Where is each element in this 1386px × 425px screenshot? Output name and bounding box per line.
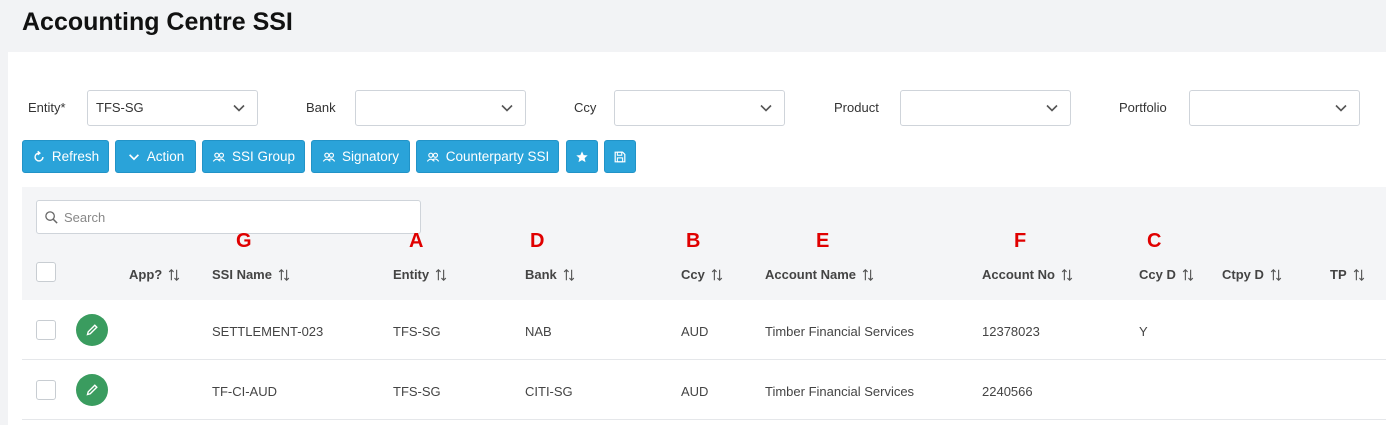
annotation-account-no: F — [1014, 230, 1027, 252]
cell-bank: CITI-SG — [525, 384, 573, 399]
col-header-ssi-name-label: SSI Name — [212, 267, 272, 282]
col-header-ccy-d[interactable]: Ccy D — [1139, 267, 1195, 282]
col-header-ccy[interactable]: Ccy — [681, 267, 724, 282]
cell-ccy-d: Y — [1139, 324, 1148, 339]
counterparty-ssi-button-label: Counterparty SSI — [445, 149, 550, 164]
row-checkbox[interactable] — [36, 320, 56, 340]
users-icon — [212, 152, 226, 162]
action-button[interactable]: Action — [115, 140, 196, 173]
ccy-select[interactable] — [614, 90, 785, 126]
col-header-entity[interactable]: Entity — [393, 267, 448, 282]
col-header-account-no[interactable]: Account No — [982, 267, 1074, 282]
page-title: Accounting Centre SSI — [22, 8, 293, 36]
product-label: Product — [834, 100, 879, 115]
signatory-button[interactable]: Signatory — [311, 140, 410, 173]
refresh-icon — [34, 150, 44, 162]
chevron-down-icon — [233, 104, 245, 112]
chevron-down-icon — [501, 104, 513, 112]
sort-icon — [711, 268, 723, 281]
col-header-ccy-label: Ccy — [681, 267, 705, 282]
col-header-account-name-label: Account Name — [765, 267, 857, 282]
annotation-bank: D — [530, 230, 545, 252]
sort-icon — [169, 268, 180, 281]
cell-bank: NAB — [525, 324, 552, 339]
col-header-ctpy-d-label: Ctpy D — [1222, 267, 1264, 282]
col-header-bank[interactable]: Bank — [525, 267, 576, 282]
chevron-down-icon — [128, 153, 139, 160]
chevron-down-icon — [1046, 104, 1058, 112]
cell-ssi-name: SETTLEMENT-023 — [212, 324, 324, 339]
bank-label: Bank — [306, 100, 336, 115]
annotation-ccy: B — [686, 230, 701, 252]
col-header-ccy-d-label: Ccy D — [1139, 267, 1176, 282]
cell-account-no: 12378023 — [982, 324, 1040, 339]
chevron-down-icon — [760, 104, 772, 112]
bank-select[interactable] — [355, 90, 526, 126]
product-select[interactable] — [900, 90, 1071, 126]
select-all-checkbox[interactable] — [36, 262, 56, 282]
ssi-group-button[interactable]: SSI Group — [202, 140, 305, 173]
edit-button[interactable] — [76, 374, 108, 406]
cell-account-name: Timber Financial Services — [765, 384, 915, 399]
sort-icon — [563, 268, 575, 281]
entity-select-value: TFS-SG — [96, 100, 144, 115]
cell-account-name: Timber Financial Services — [765, 324, 915, 339]
refresh-button[interactable]: Refresh — [22, 140, 109, 173]
sort-icon — [862, 268, 874, 281]
annotation-account-name: E — [816, 230, 830, 252]
pencil-icon — [86, 384, 98, 396]
entity-select[interactable]: TFS-SG — [87, 90, 258, 126]
search-placeholder: Search — [64, 210, 106, 225]
search-input[interactable]: Search — [36, 200, 421, 234]
save-button[interactable] — [604, 140, 636, 173]
col-header-tp-label: TP — [1330, 267, 1347, 282]
signatory-button-label: Signatory — [341, 149, 400, 164]
portfolio-label: Portfolio — [1119, 100, 1167, 115]
col-header-tp[interactable]: TP — [1330, 267, 1366, 282]
cell-ccy: AUD — [681, 324, 709, 339]
entity-label: Entity* — [28, 100, 66, 115]
action-button-label: Action — [146, 149, 185, 164]
counterparty-ssi-button[interactable]: Counterparty SSI — [416, 140, 559, 173]
annotation-ssi-name: G — [236, 230, 252, 252]
users-icon — [426, 152, 439, 162]
portfolio-select[interactable] — [1189, 90, 1360, 126]
col-header-app[interactable]: App? — [129, 267, 181, 282]
row-checkbox[interactable] — [36, 380, 56, 400]
search-icon — [45, 211, 58, 224]
cell-entity: TFS-SG — [393, 324, 441, 339]
col-header-ctpy-d[interactable]: Ctpy D — [1222, 267, 1283, 282]
cell-account-no: 2240566 — [982, 384, 1033, 399]
pencil-icon — [86, 324, 98, 336]
save-icon — [614, 151, 626, 162]
col-header-entity-label: Entity — [393, 267, 430, 282]
annotation-entity: A — [409, 230, 424, 252]
cell-ccy: AUD — [681, 384, 709, 399]
sort-icon — [1270, 268, 1282, 281]
refresh-button-label: Refresh — [51, 149, 100, 164]
users-icon — [322, 152, 336, 162]
star-icon — [576, 150, 588, 162]
ccy-label: Ccy — [574, 100, 597, 115]
edit-button[interactable] — [76, 314, 108, 346]
favorite-button[interactable] — [566, 140, 598, 173]
cell-ssi-name: TF-CI-AUD — [212, 384, 277, 399]
sort-icon — [435, 268, 447, 281]
chevron-down-icon — [1335, 104, 1347, 112]
col-header-app-label: App? — [129, 267, 163, 282]
col-header-ssi-name[interactable]: SSI Name — [212, 267, 291, 282]
col-header-bank-label: Bank — [525, 267, 557, 282]
sort-icon — [1353, 268, 1364, 281]
ssi-group-button-label: SSI Group — [231, 149, 296, 164]
col-header-account-name[interactable]: Account Name — [765, 267, 875, 282]
annotation-ccy-d: C — [1147, 230, 1162, 252]
sort-icon — [1061, 268, 1073, 281]
sort-icon — [278, 268, 290, 281]
col-header-account-no-label: Account No — [982, 267, 1055, 282]
cell-entity: TFS-SG — [393, 384, 441, 399]
sort-icon — [1182, 268, 1194, 281]
